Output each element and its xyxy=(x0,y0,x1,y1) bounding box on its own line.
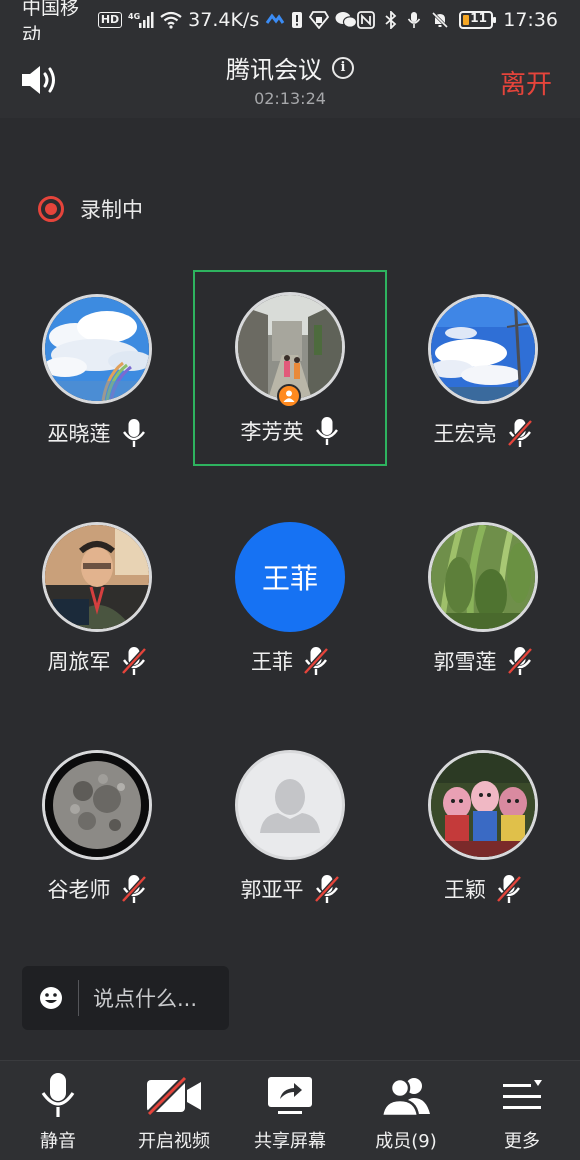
participant-tile[interactable]: 周旅军 xyxy=(0,500,194,696)
participant-name: 郭雪莲 xyxy=(433,650,497,674)
share-screen-icon xyxy=(268,1077,312,1114)
host-user-icon xyxy=(283,390,295,402)
more-button[interactable]: 更多 xyxy=(467,1061,577,1160)
divider xyxy=(78,980,79,1016)
nfc-icon xyxy=(357,11,376,29)
silent-bell-icon xyxy=(431,11,449,29)
mic-muted-icon xyxy=(506,419,533,447)
more-menu-icon xyxy=(503,1080,542,1109)
wechat-icon xyxy=(335,11,358,29)
participant-tile[interactable]: 郭雪莲 xyxy=(386,500,580,696)
alert-icon xyxy=(291,11,303,29)
avatar xyxy=(428,294,538,404)
mic-muted-icon xyxy=(496,875,522,903)
participant-tile[interactable]: 王菲 王菲 xyxy=(193,500,387,696)
mic-muted-icon xyxy=(303,647,329,675)
video-off-icon xyxy=(146,1076,201,1116)
info-icon[interactable]: i xyxy=(332,56,354,79)
chat-placeholder[interactable]: 说点什么... xyxy=(93,983,197,1013)
participant-name: 李芳英 xyxy=(240,420,304,444)
signal-icon: 4G xyxy=(128,11,154,29)
participant-tile[interactable]: 巫晓莲 xyxy=(0,272,194,468)
recording-label: 录制中 xyxy=(80,198,143,222)
share-screen-button[interactable]: 共享屏幕 xyxy=(235,1061,345,1160)
meeting-header: 腾讯会议 i 02:13:24 离开 xyxy=(0,40,580,118)
app-notification-icon xyxy=(265,13,285,27)
mic-status-icon xyxy=(407,11,421,29)
participant-tile[interactable]: 王宏亮 xyxy=(386,272,580,468)
mic-muted-icon xyxy=(120,875,147,903)
mic-on-icon xyxy=(315,417,338,445)
mute-button[interactable]: 静音 xyxy=(3,1061,113,1160)
shield-hand-icon xyxy=(309,11,330,29)
members-button[interactable]: 成员(9) xyxy=(351,1061,461,1160)
participant-tile-active[interactable]: 李芳英 xyxy=(193,270,387,466)
participant-tile[interactable]: 谷老师 xyxy=(0,728,194,924)
mic-muted-icon xyxy=(313,875,340,903)
host-badge xyxy=(277,384,301,408)
mute-label: 静音 xyxy=(40,1131,76,1152)
avatar xyxy=(428,750,538,860)
meeting-title: 腾讯会议 xyxy=(226,56,322,84)
participant-name: 周旅军 xyxy=(47,650,111,674)
mic-on-icon xyxy=(122,419,145,447)
more-label: 更多 xyxy=(504,1131,540,1152)
recording-indicator[interactable]: 录制中 xyxy=(38,194,143,224)
meeting-duration: 02:13:24 xyxy=(254,89,326,108)
participant-name: 王菲 xyxy=(251,650,293,674)
default-avatar xyxy=(235,750,345,860)
svg-text:4G: 4G xyxy=(128,12,140,21)
mic-muted-icon xyxy=(506,647,533,675)
bluetooth-icon xyxy=(385,11,397,29)
wifi-icon xyxy=(160,11,182,29)
avatar xyxy=(42,750,152,860)
participant-name: 郭亚平 xyxy=(240,878,304,902)
start-video-button[interactable]: 开启视频 xyxy=(119,1061,229,1160)
share-screen-label: 共享屏幕 xyxy=(254,1131,326,1152)
participant-name: 巫晓莲 xyxy=(47,422,111,446)
status-bar: 中国移动 HD 4G 37.4K/s 11 17:36 xyxy=(0,0,580,46)
clock: 17:36 xyxy=(503,9,558,31)
avatar-text: 王菲 xyxy=(235,522,345,632)
participant-tile[interactable]: 王颖 xyxy=(386,728,580,924)
participant-name: 王宏亮 xyxy=(433,422,497,446)
network-speed: 37.4K/s xyxy=(188,9,260,31)
avatar xyxy=(42,294,152,404)
battery-icon: 11 xyxy=(459,11,497,29)
avatar xyxy=(428,522,538,632)
members-icon xyxy=(380,1077,430,1118)
user-placeholder-icon xyxy=(260,779,320,833)
battery-level: 11 xyxy=(470,11,487,25)
mic-muted-icon xyxy=(120,647,147,675)
start-video-label: 开启视频 xyxy=(138,1131,210,1152)
participant-tile[interactable]: 郭亚平 xyxy=(193,728,387,924)
avatar xyxy=(42,522,152,632)
bottom-toolbar: 静音 开启视频 共享屏幕 成员(9) 更多 xyxy=(0,1060,580,1160)
hd-badge: HD xyxy=(97,12,123,28)
microphone-icon xyxy=(41,1073,75,1117)
record-icon xyxy=(38,196,64,222)
members-label: 成员(9) xyxy=(375,1131,437,1152)
chat-input[interactable]: 说点什么... xyxy=(22,966,229,1030)
participant-name: 谷老师 xyxy=(47,878,111,902)
leave-button[interactable]: 离开 xyxy=(500,64,552,101)
participant-name: 王颖 xyxy=(444,878,486,902)
emoji-icon[interactable] xyxy=(38,985,64,1011)
